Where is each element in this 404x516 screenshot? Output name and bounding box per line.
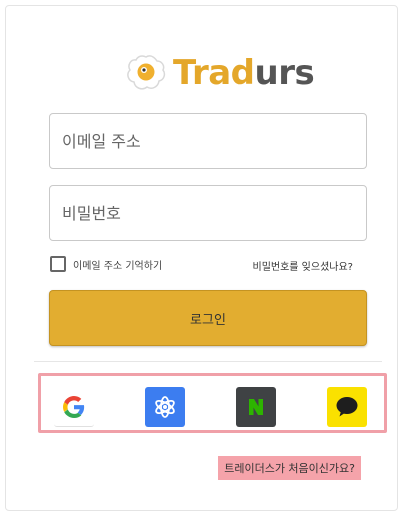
brand-wordmark: Tradurs xyxy=(173,53,315,93)
password-input[interactable] xyxy=(62,186,366,240)
login-card: Tradurs 이메일 주소 기억하기 비밀번호를 잊으셨나요? 로그인 xyxy=(5,5,398,511)
remember-email-checkbox[interactable] xyxy=(50,256,66,272)
email-field[interactable] xyxy=(49,113,367,169)
naver-n-icon xyxy=(249,399,263,415)
brand-name-part1: Trad xyxy=(173,53,255,93)
google-login-button[interactable] xyxy=(54,387,94,427)
email-input[interactable] xyxy=(62,114,366,168)
remember-email-label: 이메일 주소 기억하기 xyxy=(73,260,163,272)
remember-email-option[interactable]: 이메일 주소 기억하기 xyxy=(50,256,162,272)
atom-icon xyxy=(155,396,175,418)
password-field[interactable] xyxy=(49,185,367,241)
signup-link[interactable]: 트레이더스가 처음이신가요? xyxy=(218,456,361,480)
atom-login-button[interactable] xyxy=(145,387,185,427)
egg-icon xyxy=(127,55,166,90)
brand-logo: Tradurs xyxy=(125,51,315,95)
divider xyxy=(34,361,382,362)
kakao-login-button[interactable] xyxy=(327,387,367,427)
naver-login-button[interactable] xyxy=(236,387,276,427)
kakao-chat-icon xyxy=(336,397,358,417)
login-button[interactable]: 로그인 xyxy=(49,290,367,346)
brand-name-part2: urs xyxy=(254,53,315,93)
google-icon xyxy=(63,395,85,418)
social-login-group xyxy=(38,373,387,433)
forgot-password-link[interactable]: 비밀번호를 잊으셨나요? xyxy=(253,258,354,273)
